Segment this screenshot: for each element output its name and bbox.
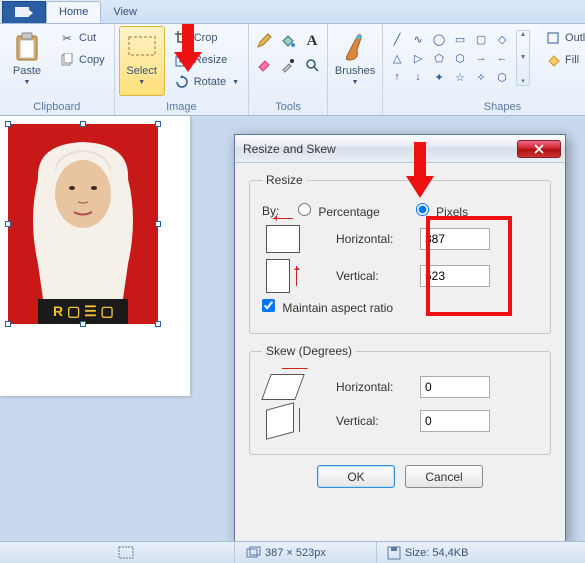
brushes-label: Brushes: [335, 65, 375, 77]
crop-icon: [174, 30, 190, 46]
rotate-label: Rotate: [194, 76, 226, 88]
ribbon-tabstrip: Home View: [0, 0, 585, 24]
clipboard-icon: [11, 31, 43, 63]
skew-legend: Skew (Degrees): [262, 344, 356, 358]
skew-fieldset: Skew (Degrees) Horizontal: Vertical:: [249, 344, 551, 455]
resize-icon: [174, 52, 190, 68]
cancel-button[interactable]: Cancel: [405, 465, 483, 488]
percentage-radio[interactable]: Percentage: [298, 203, 380, 219]
skew-horizontal-input[interactable]: [420, 376, 490, 398]
vertical-icon: [266, 259, 290, 293]
eraser-tool[interactable]: [253, 54, 275, 76]
scissors-icon: ✂: [59, 30, 75, 46]
tab-view[interactable]: View: [101, 1, 149, 23]
shapes-gallery[interactable]: ╱∿◯ ▭▢◇ △▷⬠ ⬡→← ↑↓✦ ☆✧⬡: [387, 30, 512, 86]
group-label-image: Image: [166, 99, 197, 115]
close-icon: [533, 144, 545, 154]
resize-button[interactable]: Resize: [169, 50, 244, 70]
group-clipboard: Paste ▼ ✂ Cut Copy Clipboard: [0, 24, 115, 115]
resize-legend: Resize: [262, 173, 307, 187]
svg-text:R ▢ ☰ ▢: R ▢ ☰ ▢: [53, 303, 114, 319]
group-label-clipboard: Clipboard: [33, 99, 80, 115]
skew-vertical-input[interactable]: [420, 410, 490, 432]
brush-icon: [339, 31, 371, 63]
copy-label: Copy: [79, 54, 105, 66]
tab-home[interactable]: Home: [46, 1, 101, 23]
ok-button[interactable]: OK: [317, 465, 395, 488]
group-label-brushes: [354, 99, 357, 115]
fill-icon: [545, 52, 561, 68]
rotate-icon: [174, 74, 190, 90]
group-shapes: ╱∿◯ ▭▢◇ △▷⬠ ⬡→← ↑↓✦ ☆✧⬡ ▲▼▾ Outline▼ Fil…: [383, 24, 585, 115]
pencil-tool[interactable]: [253, 30, 275, 52]
status-dimensions: 387 × 523px: [234, 542, 336, 563]
rotate-button[interactable]: Rotate ▼: [169, 72, 244, 92]
group-label-shapes: Shapes: [484, 99, 521, 115]
crop-button[interactable]: Crop: [169, 28, 244, 48]
paste-button[interactable]: Paste ▼: [4, 26, 50, 96]
horizontal-icon: [266, 225, 300, 253]
copy-button[interactable]: Copy: [54, 50, 110, 70]
fill-button[interactable]: Fill▼: [540, 50, 585, 70]
skew-horizontal-label: Horizontal:: [336, 380, 412, 394]
file-tab[interactable]: [2, 1, 46, 23]
outline-label: Outline: [565, 32, 585, 44]
group-tools: A Tools: [249, 24, 328, 115]
outline-icon: [545, 30, 561, 46]
status-selection: [108, 542, 144, 563]
photo-selection[interactable]: R ▢ ☰ ▢: [8, 124, 158, 324]
copy-icon: [59, 52, 75, 68]
fill-tool[interactable]: [277, 30, 299, 52]
disk-icon: [387, 546, 401, 560]
group-image: Select ▼ Crop Resize: [115, 24, 249, 115]
chevron-down-icon: ▼: [138, 79, 145, 86]
crop-label: Crop: [194, 32, 218, 44]
vertical-label: Vertical:: [336, 269, 412, 283]
shapes-scroll[interactable]: ▲▼▾: [516, 30, 530, 86]
fill-label: Fill: [565, 54, 579, 66]
resize-vertical-input[interactable]: [420, 265, 490, 287]
chevron-down-icon: ▼: [352, 79, 359, 86]
picker-tool[interactable]: [277, 54, 299, 76]
canvas-paper: R ▢ ☰ ▢: [0, 116, 190, 396]
skew-h-icon: [261, 374, 304, 400]
select-button[interactable]: Select ▼: [119, 26, 165, 96]
skew-vertical-label: Vertical:: [336, 414, 412, 428]
resize-horizontal-input[interactable]: [420, 228, 490, 250]
group-label-tools: Tools: [275, 99, 301, 115]
cut-label: Cut: [79, 32, 96, 44]
ribbon: Paste ▼ ✂ Cut Copy Clipboard: [0, 24, 585, 116]
close-button[interactable]: [517, 140, 561, 158]
resize-label: Resize: [194, 54, 228, 66]
horizontal-label: Horizontal:: [336, 232, 412, 246]
paste-label: Paste: [13, 65, 41, 77]
magnifier-tool[interactable]: [301, 54, 323, 76]
select-label: Select: [126, 65, 157, 77]
pixels-radio[interactable]: Pixels: [416, 203, 468, 219]
skew-v-icon: [266, 402, 294, 440]
brushes-button[interactable]: Brushes ▼: [332, 26, 378, 96]
status-bar: 387 × 523px Size: 54,4KB: [0, 541, 585, 563]
resize-skew-dialog: Resize and Skew Resize By: Percentage Pi…: [234, 134, 566, 542]
resize-fieldset: Resize By: Percentage Pixels Horizontal:…: [249, 173, 551, 334]
dimensions-icon: [245, 546, 261, 560]
select-icon: [126, 31, 158, 63]
chevron-down-icon: ▼: [24, 79, 31, 86]
dialog-titlebar[interactable]: Resize and Skew: [235, 135, 565, 163]
dialog-title: Resize and Skew: [243, 142, 517, 156]
outline-button[interactable]: Outline▼: [540, 28, 585, 48]
status-filesize: Size: 54,4KB: [376, 542, 479, 563]
maintain-aspect-checkbox[interactable]: Maintain aspect ratio: [262, 299, 393, 315]
selection-icon: [118, 546, 134, 560]
group-brushes: Brushes ▼: [328, 24, 383, 115]
cut-button[interactable]: ✂ Cut: [54, 28, 110, 48]
text-tool[interactable]: A: [301, 30, 323, 52]
